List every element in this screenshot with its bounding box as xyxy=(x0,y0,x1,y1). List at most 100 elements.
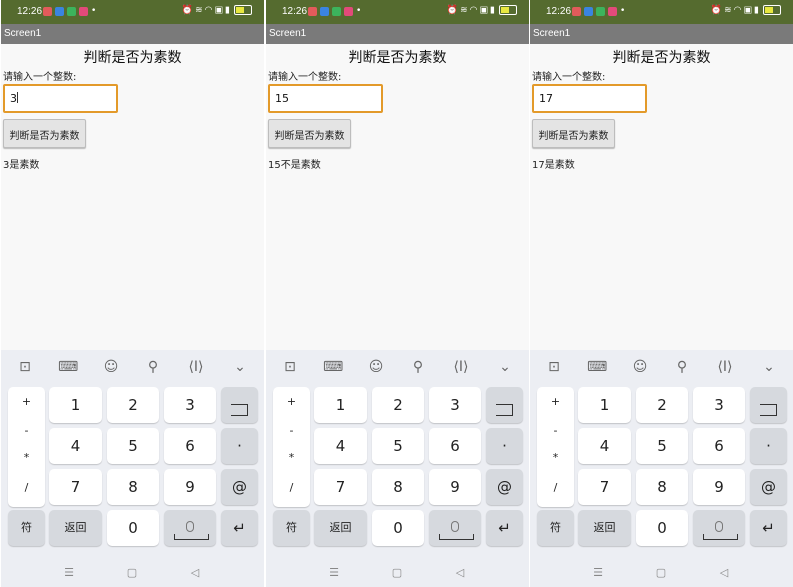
back-icon[interactable]: ◁ xyxy=(185,566,205,579)
divide-key[interactable]: / xyxy=(8,481,45,494)
keyboard-icon[interactable]: ⌨ xyxy=(587,358,607,376)
back-key[interactable]: 返回 xyxy=(314,510,367,546)
key-5[interactable]: 5 xyxy=(636,428,688,464)
back-key[interactable]: 返回 xyxy=(49,510,102,546)
key-2[interactable]: 2 xyxy=(372,387,424,423)
multiply-key[interactable]: * xyxy=(273,451,310,464)
clipboard-icon[interactable]: ⊡ xyxy=(544,358,564,376)
emoji-icon[interactable]: ☺ xyxy=(366,358,386,376)
plus-key[interactable]: + xyxy=(273,395,310,408)
key-1[interactable]: 1 xyxy=(314,387,367,423)
at-key[interactable]: @ xyxy=(221,469,258,505)
emoji-icon[interactable]: ☺ xyxy=(630,358,650,376)
backspace-key[interactable] xyxy=(486,387,523,423)
home-icon[interactable]: ▢ xyxy=(122,566,142,579)
at-key[interactable]: @ xyxy=(750,469,787,505)
dot-key[interactable]: · xyxy=(750,428,787,464)
space-key[interactable] xyxy=(693,510,745,546)
key-2[interactable]: 2 xyxy=(107,387,159,423)
minus-key[interactable]: - xyxy=(8,424,45,437)
integer-input[interactable]: 3 xyxy=(3,84,118,113)
home-icon[interactable]: ▢ xyxy=(651,566,671,579)
minus-key[interactable]: - xyxy=(273,424,310,437)
home-icon[interactable]: ▢ xyxy=(387,566,407,579)
cursor-icon[interactable]: ⟨I⟩ xyxy=(451,358,471,376)
multiply-key[interactable]: * xyxy=(8,451,45,464)
cursor-icon[interactable]: ⟨I⟩ xyxy=(186,358,206,376)
symbol-switch-key[interactable]: 符 xyxy=(273,510,310,546)
divide-key[interactable]: / xyxy=(273,481,310,494)
search-icon[interactable]: ⚲ xyxy=(408,358,428,376)
enter-key[interactable]: ↵ xyxy=(221,510,258,546)
key-3[interactable]: 3 xyxy=(693,387,745,423)
key-6[interactable]: 6 xyxy=(164,428,216,464)
clipboard-icon[interactable]: ⊡ xyxy=(280,358,300,376)
key-7[interactable]: 7 xyxy=(578,469,631,505)
key-2[interactable]: 2 xyxy=(636,387,688,423)
keyboard-icon[interactable]: ⌨ xyxy=(58,358,78,376)
menu-icon[interactable]: ☰ xyxy=(324,566,344,579)
cursor-icon[interactable]: ⟨I⟩ xyxy=(715,358,735,376)
key-7[interactable]: 7 xyxy=(49,469,102,505)
key-3[interactable]: 3 xyxy=(164,387,216,423)
key-6[interactable]: 6 xyxy=(693,428,745,464)
collapse-icon[interactable]: ⌄ xyxy=(495,358,515,376)
key-6[interactable]: 6 xyxy=(429,428,481,464)
input-prompt-label: 请输入一个整数: xyxy=(3,72,77,83)
key-4[interactable]: 4 xyxy=(314,428,367,464)
divide-key[interactable]: / xyxy=(537,481,574,494)
key-1[interactable]: 1 xyxy=(578,387,631,423)
back-icon[interactable]: ◁ xyxy=(450,566,470,579)
key-8[interactable]: 8 xyxy=(372,469,424,505)
collapse-icon[interactable]: ⌄ xyxy=(230,358,250,376)
key-4[interactable]: 4 xyxy=(49,428,102,464)
plus-key[interactable]: + xyxy=(8,395,45,408)
check-prime-button[interactable]: 判断是否为素数 xyxy=(3,119,86,148)
check-prime-button[interactable]: 判断是否为素数 xyxy=(268,119,351,148)
navigation-bar: ☰ ▢ ◁ xyxy=(530,560,793,587)
key-0[interactable]: 0 xyxy=(636,510,688,546)
clipboard-icon[interactable]: ⊡ xyxy=(15,358,35,376)
menu-icon[interactable]: ☰ xyxy=(588,566,608,579)
at-key[interactable]: @ xyxy=(486,469,523,505)
key-3[interactable]: 3 xyxy=(429,387,481,423)
dot-key[interactable]: · xyxy=(486,428,523,464)
keyboard-icon[interactable]: ⌨ xyxy=(323,358,343,376)
search-icon[interactable]: ⚲ xyxy=(143,358,163,376)
numeric-keyboard: ⊡ ⌨ ☺ ⚲ ⟨I⟩ ⌄ + - * / 1 2 3 4 5 6 · 7 8 … xyxy=(266,350,529,587)
space-key[interactable] xyxy=(164,510,216,546)
backspace-key[interactable] xyxy=(221,387,258,423)
key-9[interactable]: 9 xyxy=(164,469,216,505)
key-5[interactable]: 5 xyxy=(107,428,159,464)
key-9[interactable]: 9 xyxy=(693,469,745,505)
minus-key[interactable]: - xyxy=(537,424,574,437)
backspace-key[interactable] xyxy=(750,387,787,423)
multiply-key[interactable]: * xyxy=(537,451,574,464)
key-7[interactable]: 7 xyxy=(314,469,367,505)
key-8[interactable]: 8 xyxy=(107,469,159,505)
back-icon[interactable]: ◁ xyxy=(714,566,734,579)
integer-input[interactable]: 17 xyxy=(532,84,647,113)
status-bar: 12:26 • ⏰≋◠▣▮ xyxy=(1,0,264,24)
check-prime-button[interactable]: 判断是否为素数 xyxy=(532,119,615,148)
back-key[interactable]: 返回 xyxy=(578,510,631,546)
search-icon[interactable]: ⚲ xyxy=(672,358,692,376)
key-0[interactable]: 0 xyxy=(107,510,159,546)
key-5[interactable]: 5 xyxy=(372,428,424,464)
key-9[interactable]: 9 xyxy=(429,469,481,505)
key-1[interactable]: 1 xyxy=(49,387,102,423)
enter-key[interactable]: ↵ xyxy=(486,510,523,546)
enter-key[interactable]: ↵ xyxy=(750,510,787,546)
menu-icon[interactable]: ☰ xyxy=(59,566,79,579)
emoji-icon[interactable]: ☺ xyxy=(101,358,121,376)
integer-input[interactable]: 15 xyxy=(268,84,383,113)
plus-key[interactable]: + xyxy=(537,395,574,408)
key-0[interactable]: 0 xyxy=(372,510,424,546)
symbol-switch-key[interactable]: 符 xyxy=(8,510,45,546)
symbol-switch-key[interactable]: 符 xyxy=(537,510,574,546)
dot-key[interactable]: · xyxy=(221,428,258,464)
space-key[interactable] xyxy=(429,510,481,546)
collapse-icon[interactable]: ⌄ xyxy=(759,358,779,376)
key-4[interactable]: 4 xyxy=(578,428,631,464)
key-8[interactable]: 8 xyxy=(636,469,688,505)
